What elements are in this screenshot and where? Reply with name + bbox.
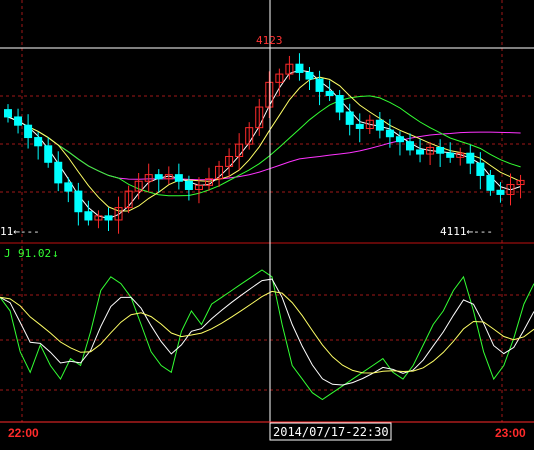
candle-body (154, 174, 163, 180)
candle-body (335, 95, 344, 113)
candle-body (436, 146, 445, 154)
candle-body (295, 63, 304, 73)
left-edge-label: 11←--- (0, 225, 40, 238)
candle-body (315, 78, 324, 92)
candle-body (44, 145, 53, 163)
low-price-label: 4111←--- (440, 225, 493, 238)
candle-body (355, 123, 364, 129)
candle-body (4, 109, 12, 118)
candle-body (174, 174, 183, 182)
down-arrow-icon: ↓ (52, 247, 59, 260)
indicator-value: 91.02 (18, 247, 51, 260)
time-label-start: 22:00 (8, 426, 39, 440)
candle-body (14, 116, 23, 126)
candle-body (24, 124, 33, 139)
candle-body (34, 137, 43, 147)
candle-body (375, 119, 384, 131)
candle-body (385, 129, 394, 138)
candle-body (446, 152, 455, 158)
low-arrow-icon: ←--- (467, 225, 494, 238)
cursor-time-label: 2014/07/17-22:30 (273, 425, 389, 439)
candle-body (476, 162, 485, 176)
candle-body (416, 149, 425, 155)
indicator-line (0, 290, 534, 374)
indicator-line (0, 269, 534, 401)
candle-body (305, 71, 314, 80)
candlesticks (4, 53, 525, 234)
low-price-value: 4111 (440, 225, 467, 238)
stock-chart[interactable]: 4123 4111←--- 11←--- J 91.02 ↓ 22:00 23:… (0, 0, 534, 450)
price-panel (4, 53, 525, 234)
candle-body (345, 111, 354, 125)
candle-body (84, 211, 93, 221)
candle-body (54, 161, 63, 184)
candle-body (325, 90, 334, 97)
candle-body (395, 136, 404, 143)
indicator-name: J (4, 247, 11, 260)
candle-body (74, 190, 83, 213)
candle-body (496, 189, 505, 195)
time-label-end: 23:00 (495, 426, 526, 440)
indicator-readout: J 91.02 ↓ (4, 247, 59, 260)
candle-body (104, 215, 113, 221)
high-price-label: 4123 (256, 34, 283, 47)
candle-body (466, 152, 475, 164)
candle-body (184, 180, 193, 190)
indicator-panel (0, 269, 534, 401)
candle-body (406, 141, 414, 151)
candle-body (486, 174, 495, 191)
candle-body (64, 182, 73, 192)
